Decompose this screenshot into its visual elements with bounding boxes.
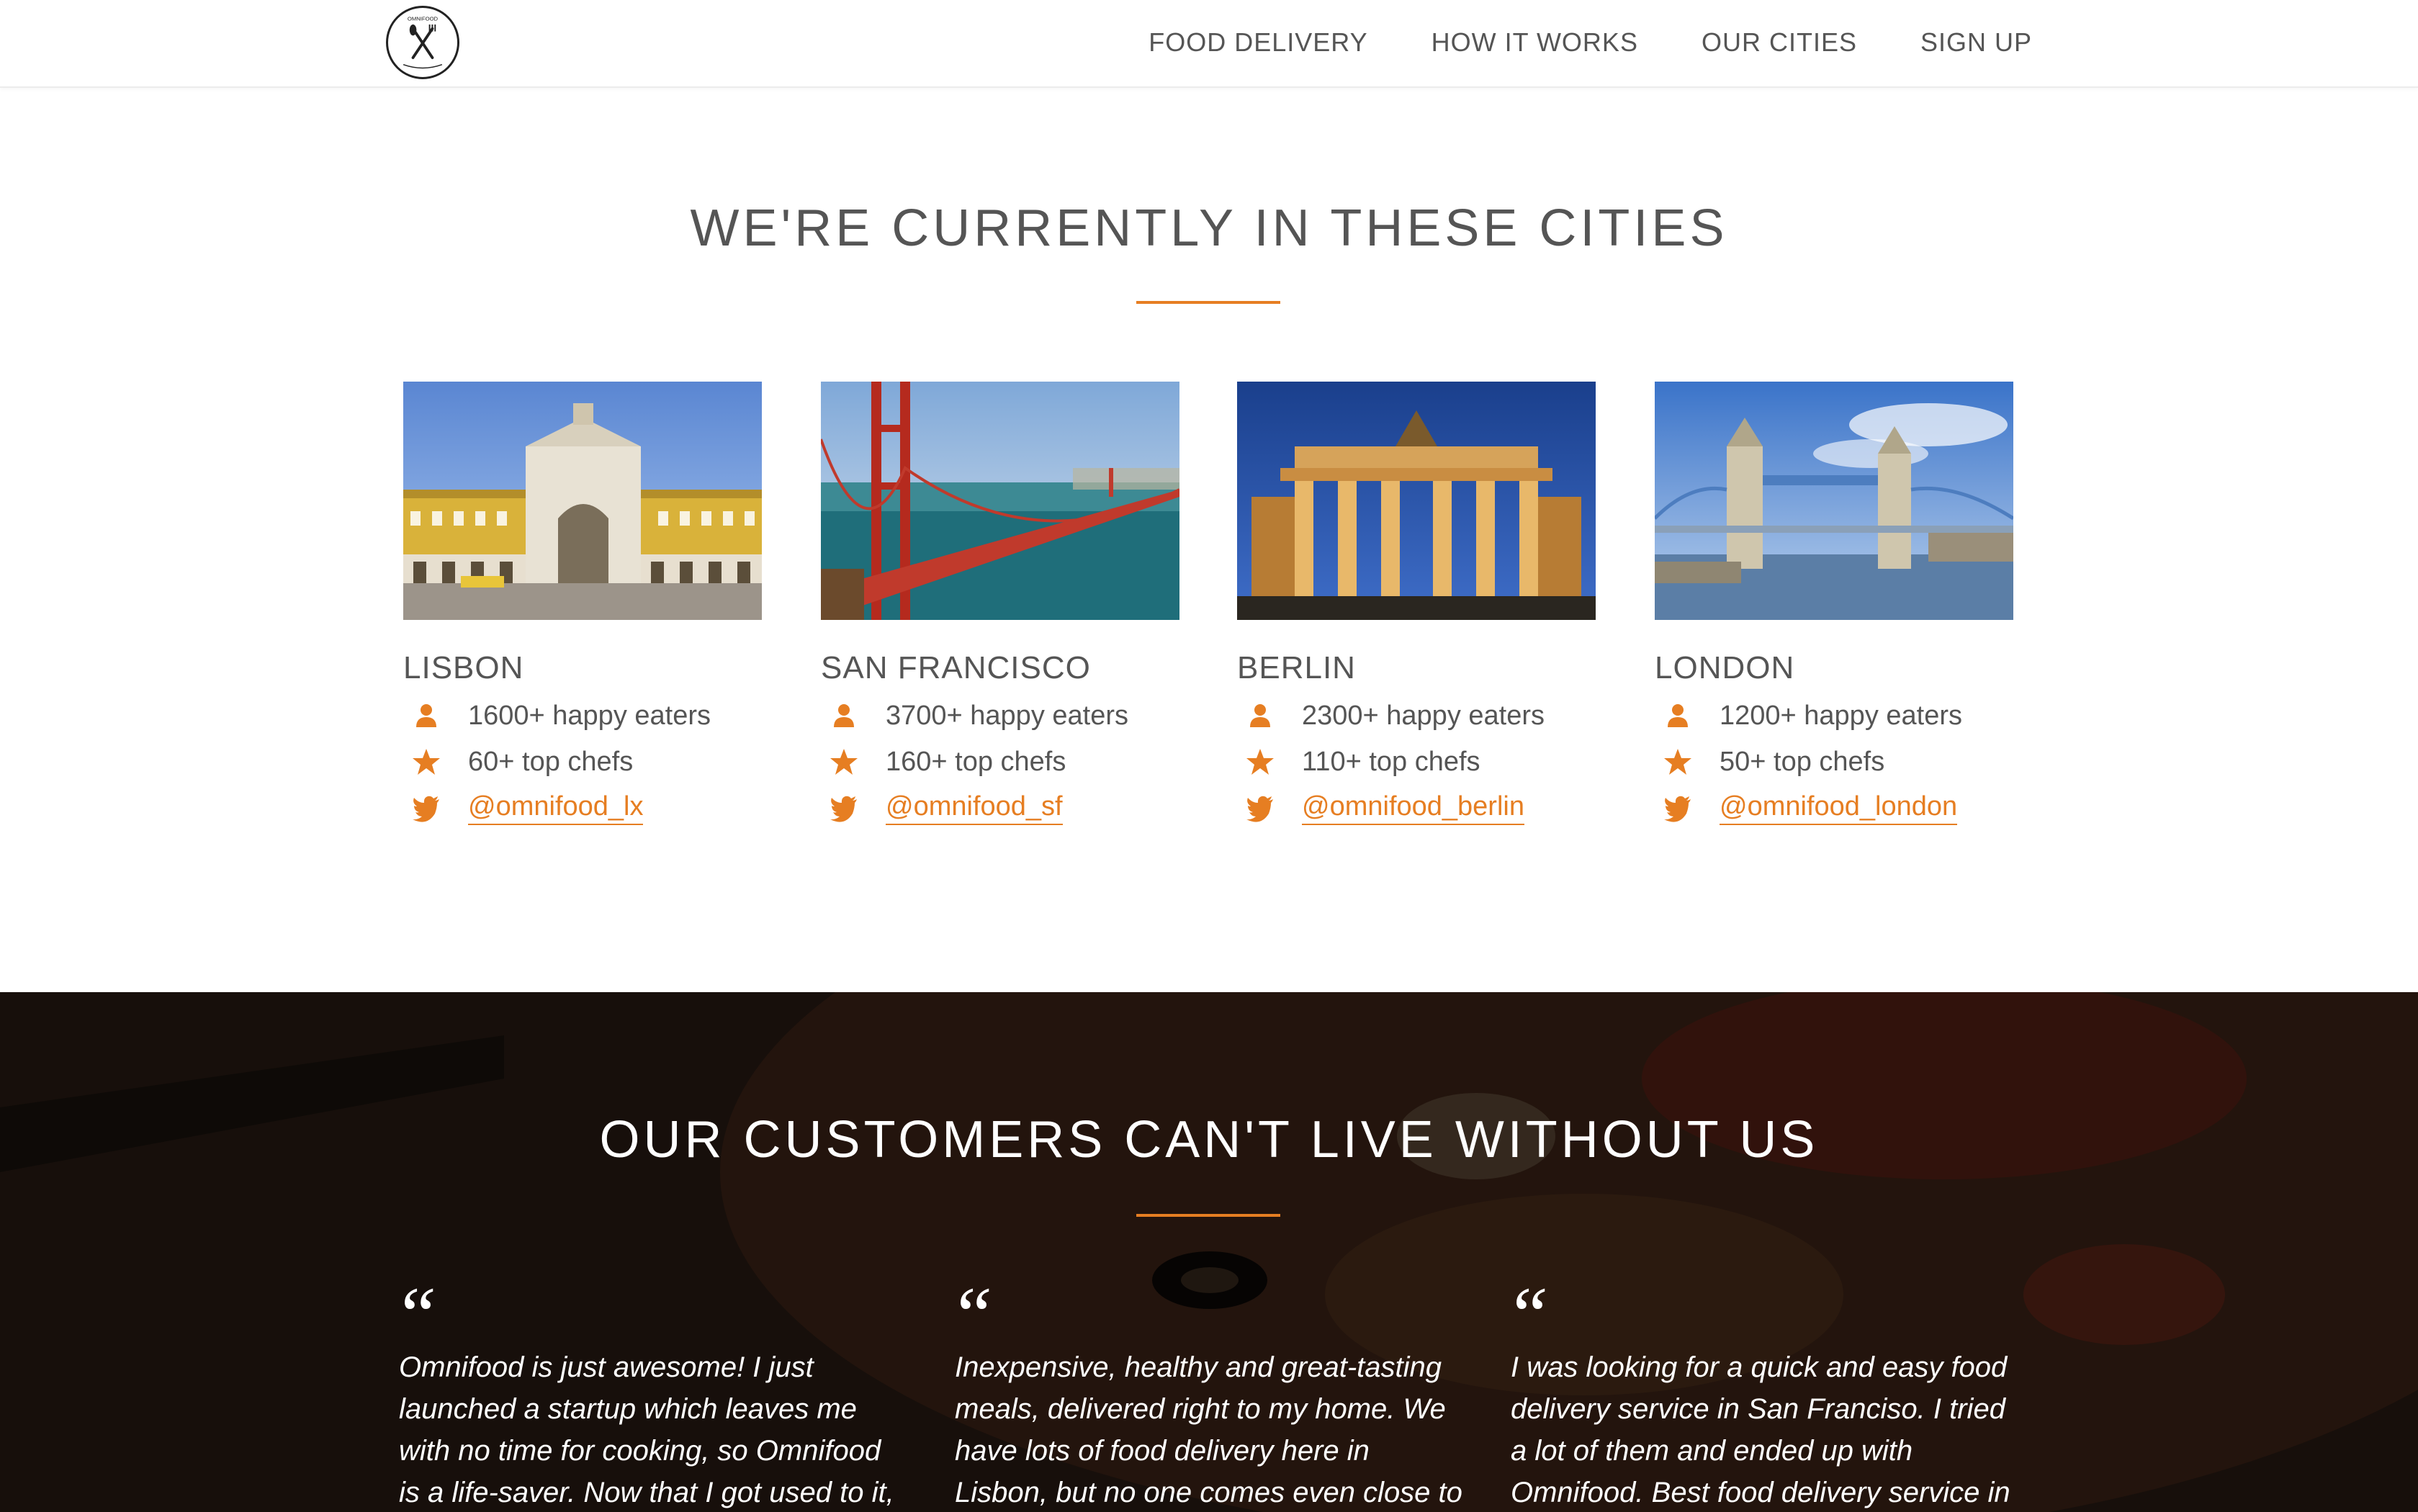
twitter-icon [1246,793,1289,822]
cities-title-divider [1136,301,1280,304]
city-name-san-francisco: SAN FRANCISCO [821,650,1091,685]
twitter-icon [412,793,455,822]
city-feature-eaters: 1600+ happy eaters [403,699,762,732]
star-icon [1663,747,1707,776]
star-icon [1246,747,1289,776]
twitter-link-london[interactable]: @omnifood_london [1720,791,1958,825]
quote-mark-icon: “ [393,1271,438,1359]
person-icon [1246,701,1289,730]
city-card-berlin: BERLIN 2300+ happy eaters 110+ top chefs… [1237,382,1596,825]
city-photo-london [1655,382,2013,620]
person-icon [412,701,455,730]
happy-eaters-count: 1600+ happy eaters [468,700,711,731]
testimonial-text: I was looking for a quick and easy food … [1511,1351,2010,1508]
testimonial-quote: “ I was looking for a quick and easy foo… [1501,1271,2019,1512]
nav-link-our-cities[interactable]: OUR CITIES [1702,27,1857,58]
city-card-san-francisco: SAN FRANCISCO 3700+ happy eaters 160+ to… [821,382,1179,825]
twitter-link-berlin[interactable]: @omnifood_berlin [1302,791,1524,825]
nav-link-how-it-works[interactable]: HOW IT WORKS [1432,27,1638,58]
city-name-lisbon: LISBON [403,650,524,685]
city-feature-chefs: 160+ top chefs [821,745,1179,778]
top-chefs-count: 50+ top chefs [1720,746,1885,777]
city-feature-twitter: @omnifood_sf [821,791,1179,825]
city-card-lisbon: LISBON 1600+ happy eaters 60+ top chefs … [403,382,762,825]
page: OMNIFOOD FOOD DELIVERY HOW IT WORKS OUR … [0,0,2418,1512]
happy-eaters-count: 1200+ happy eaters [1720,700,1962,731]
testimonial-text: Omnifood is just awesome! I just launche… [399,1351,894,1508]
city-feature-eaters: 3700+ happy eaters [821,699,1179,732]
twitter-icon [1663,793,1707,822]
city-name-london: LONDON [1655,650,1795,685]
testimonials-section: OUR CUSTOMERS CAN'T LIVE WITHOUT US “ Om… [0,992,2418,1512]
person-icon [830,701,873,730]
city-feature-twitter: @omnifood_berlin [1237,791,1596,825]
city-feature-twitter: @omnifood_lx [403,791,762,825]
city-feature-chefs: 50+ top chefs [1655,745,2013,778]
testimonial-quote: “ Inexpensive, healthy and great-tasting… [945,1271,1463,1512]
nav-link-food-delivery[interactable]: FOOD DELIVERY [1149,27,1367,58]
testimonial-quote: “ Omnifood is just awesome! I just launc… [389,1271,907,1512]
city-feature-eaters: 2300+ happy eaters [1237,699,1596,732]
star-icon [830,747,873,776]
city-feature-twitter: @omnifood_london [1655,791,2013,825]
quote-mark-icon: “ [949,1271,994,1359]
twitter-link-san-francisco[interactable]: @omnifood_sf [886,791,1063,825]
twitter-link-lisbon[interactable]: @omnifood_lx [468,791,644,825]
person-icon [1663,701,1707,730]
star-icon [412,747,455,776]
city-name-berlin: BERLIN [1237,650,1356,685]
top-chefs-count: 160+ top chefs [886,746,1066,777]
logo-text: OMNIFOOD [408,15,439,22]
twitter-icon [830,793,873,822]
top-navigation: OMNIFOOD FOOD DELIVERY HOW IT WORKS OUR … [0,0,2418,88]
testimonials-title-divider [1136,1214,1280,1217]
nav-link-sign-up[interactable]: SIGN UP [1920,27,2032,58]
city-photo-berlin [1237,382,1596,620]
quote-mark-icon: “ [1505,1271,1550,1359]
city-feature-eaters: 1200+ happy eaters [1655,699,2013,732]
cities-section-title: WE'RE CURRENTLY IN THESE CITIES [690,199,1728,257]
happy-eaters-count: 2300+ happy eaters [1302,700,1545,731]
city-photo-san-francisco [821,382,1179,620]
city-feature-chefs: 60+ top chefs [403,745,762,778]
logo-utensils-icon: OMNIFOOD [403,15,443,69]
omnifood-logo[interactable]: OMNIFOOD [386,6,459,79]
city-photo-lisbon [403,382,762,620]
happy-eaters-count: 3700+ happy eaters [886,700,1128,731]
testimonial-text: Inexpensive, healthy and great-tasting m… [955,1351,1462,1508]
city-card-london: LONDON 1200+ happy eaters 50+ top chefs … [1655,382,2013,825]
main-nav-links: FOOD DELIVERY HOW IT WORKS OUR CITIES SI… [1149,27,2032,58]
city-feature-chefs: 110+ top chefs [1237,745,1596,778]
testimonials-section-title: OUR CUSTOMERS CAN'T LIVE WITHOUT US [599,1111,1819,1169]
top-chefs-count: 110+ top chefs [1302,746,1480,777]
top-chefs-count: 60+ top chefs [468,746,634,777]
